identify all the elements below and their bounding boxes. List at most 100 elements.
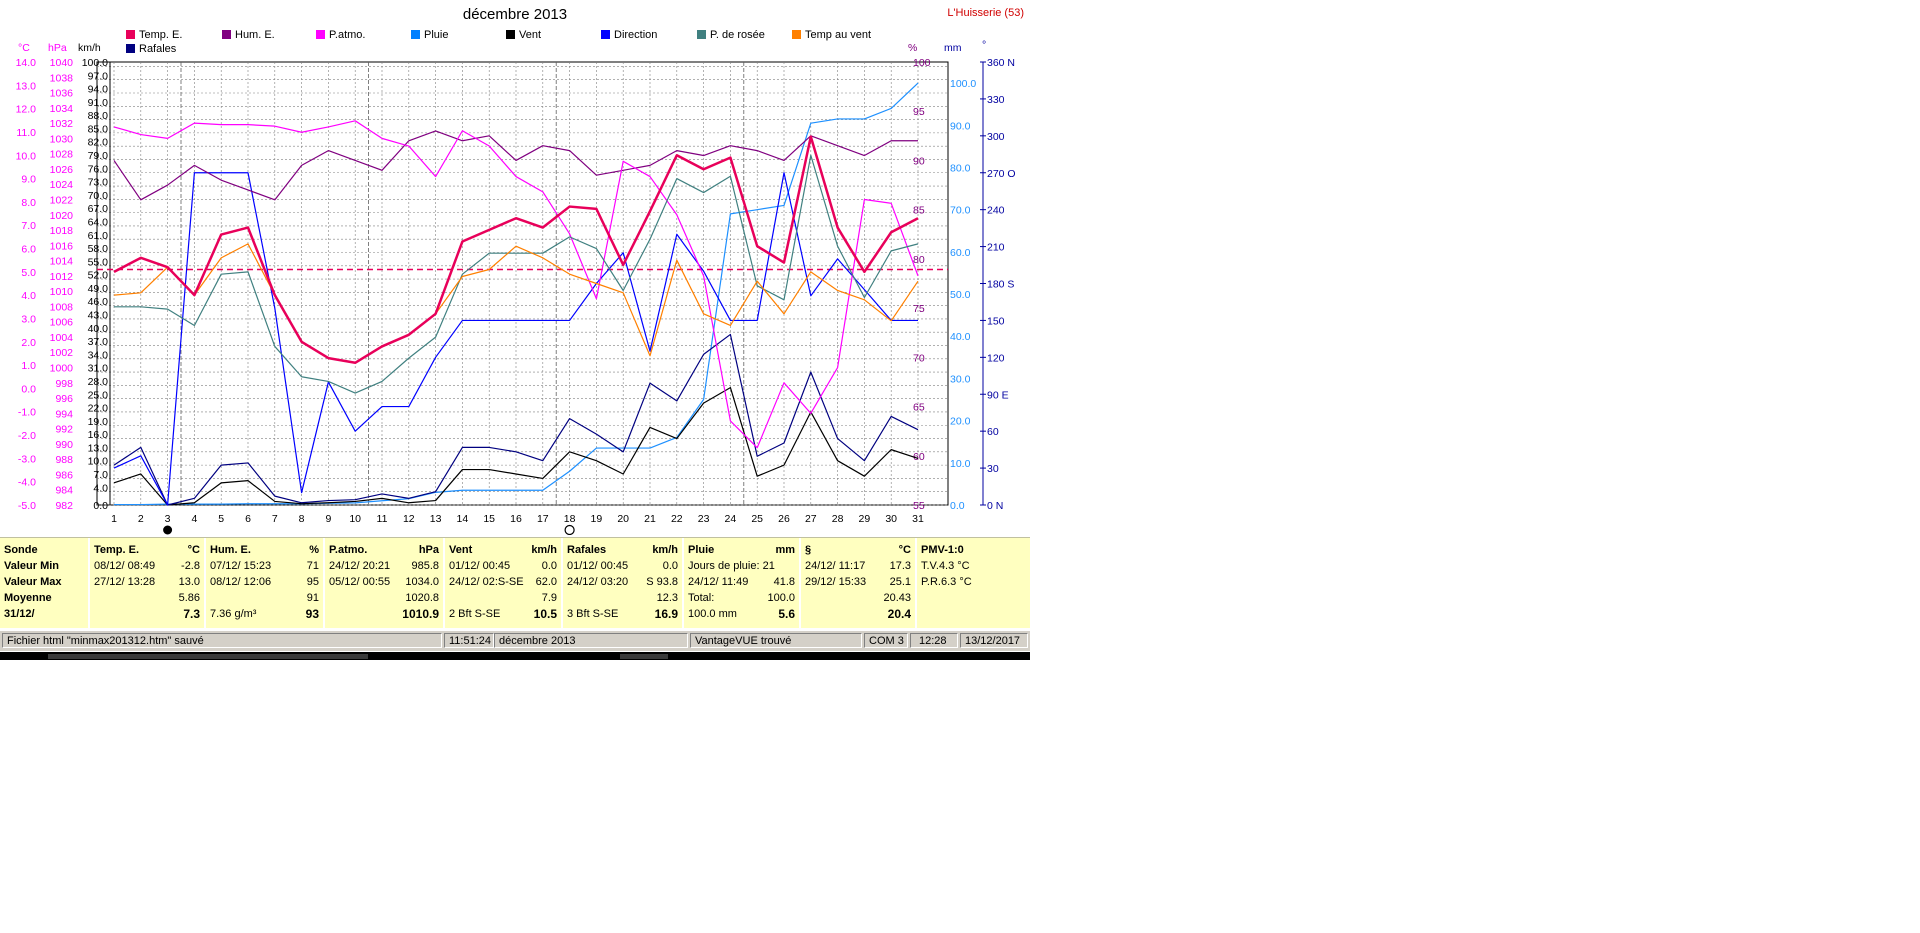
row-label-min: Valeur Min (4, 560, 60, 572)
full-moon-marker (163, 525, 173, 535)
hum-max-value: 95 (306, 576, 319, 588)
tick-hpa: 1034 (50, 103, 74, 115)
patmo-max-date: 05/12/ 00:55 (329, 576, 391, 588)
s-max-value: 25.1 (889, 576, 911, 588)
rafales-last: 16.9 (654, 607, 678, 621)
unit-dir: ° (982, 39, 986, 51)
status-date: 13/12/2017 (960, 633, 1028, 648)
tick-hpa: 1006 (50, 317, 74, 329)
tick-kmh: 16.0 (88, 429, 109, 441)
pluie-total-value: 100.0 (767, 592, 795, 604)
tick-hpa: 984 (55, 485, 73, 497)
tick-hpa: 1012 (50, 271, 74, 283)
tick-dir: 210 (987, 242, 1005, 254)
patmo-min-value: 985.8 (411, 560, 439, 572)
tick-dir: 30 (987, 463, 999, 475)
tick-day: 18 (564, 513, 576, 525)
tick-day: 29 (859, 513, 871, 525)
pluie-days: Jours de pluie: 21 (688, 560, 775, 572)
pluie-title: Pluie (688, 544, 715, 556)
tick-hum: 90 (913, 155, 925, 167)
tick-day: 20 (617, 513, 629, 525)
tick-hpa: 982 (55, 500, 73, 512)
tick-hum: 75 (913, 303, 925, 315)
sonde-title: Sonde (4, 544, 38, 556)
tick-kmh: 10.0 (88, 456, 109, 468)
tick-kmh: 46.0 (88, 296, 109, 308)
unit-temp: °C (18, 42, 30, 54)
tick-dir: 330 (987, 94, 1005, 106)
tick-kmh: 79.0 (88, 150, 109, 162)
s-column: § °C 24/12/ 11:17 17.3 29/12/ 15:33 25.1 20… (801, 538, 917, 628)
unit-kmh: km/h (78, 42, 101, 54)
tick-rain: 0.0 (950, 500, 965, 512)
tick-hpa: 998 (55, 378, 73, 390)
tick-kmh: 97.0 (88, 70, 109, 82)
tick-hpa: 1032 (50, 118, 74, 130)
tick-hum: 80 (913, 254, 925, 266)
tick-day: 26 (778, 513, 790, 525)
tick-rain: 20.0 (950, 416, 971, 428)
temp-unit: °C (187, 544, 200, 556)
tick-day: 24 (725, 513, 737, 525)
tick-day: 10 (349, 513, 361, 525)
tick-day: 19 (591, 513, 603, 525)
tick-kmh: 64.0 (88, 216, 109, 228)
weather-app-window: décembre 2013 L'Huisserie (53) °C hPa km/h% m… (0, 0, 1030, 662)
status-clock: 12:28 (910, 633, 958, 648)
vent-min-date: 01/12/ 00:45 (449, 560, 511, 572)
hum-last: 93 (305, 607, 319, 621)
tick-hpa: 994 (55, 408, 73, 420)
tick-temp: 8.0 (21, 197, 36, 209)
legend-label: Vent (519, 29, 541, 41)
tick-rain: 90.0 (950, 120, 971, 132)
tick-kmh: 22.0 (88, 403, 109, 415)
tick-hpa: 1028 (50, 149, 74, 161)
hum-max-date: 08/12/ 12:06 (210, 576, 272, 588)
legend-swatch (126, 30, 135, 39)
tick-hum: 55 (913, 500, 925, 512)
tick-kmh: 70.0 (88, 190, 109, 202)
legend-label: Hum. E. (235, 29, 275, 41)
s-min-value: 17.3 (889, 560, 911, 572)
tick-rain: 100.0 (950, 78, 976, 90)
pluie-last: 5.6 (778, 607, 795, 621)
tick-dir: 270 O (987, 168, 1016, 180)
tick-kmh: 91.0 (88, 97, 109, 109)
tick-temp: -3.0 (18, 453, 36, 465)
tick-kmh: 13.0 (88, 442, 109, 454)
s-last: 20.4 (887, 607, 911, 621)
temp-column: Temp. E. °C 08/12/ 08:49 -2.8 27/12/ 13:28… (90, 538, 206, 628)
hum-abs-note: 7.36 g/m³ (210, 608, 257, 620)
legend-swatch (506, 30, 515, 39)
unit-hum: % (908, 42, 917, 54)
tick-day: 1 (111, 513, 117, 525)
legend-swatch (792, 30, 801, 39)
tick-day: 11 (377, 513, 388, 525)
tick-kmh: 43.0 (88, 310, 109, 322)
tick-day: 27 (805, 513, 817, 525)
tick-hpa: 996 (55, 393, 73, 405)
tick-kmh: 4.0 (93, 482, 108, 494)
tick-hpa: 988 (55, 454, 73, 466)
rafales-title: Rafales (567, 544, 607, 556)
tick-kmh: 58.0 (88, 243, 109, 255)
status-time: 11:51:24 (444, 633, 494, 648)
tick-rain: 60.0 (950, 247, 971, 259)
patmo-average: 1020.8 (405, 592, 439, 604)
tick-day: 6 (245, 513, 251, 525)
row-label-avg: Moyenne (4, 592, 52, 604)
rafales-unit: km/h (652, 544, 678, 556)
tick-temp: 10.0 (16, 150, 37, 162)
legend-swatch (411, 30, 420, 39)
tick-hpa: 1008 (50, 301, 74, 313)
sonde-column: Sonde Valeur Min Valeur Max Moyenne 31/1… (0, 538, 90, 628)
temp-average: 5.86 (178, 592, 200, 604)
tick-kmh: 34.0 (88, 349, 109, 361)
tick-hpa: 992 (55, 424, 73, 436)
tick-day: 14 (457, 513, 469, 525)
tick-temp: 6.0 (21, 244, 36, 256)
tick-hpa: 990 (55, 439, 73, 451)
bottom-strip (0, 652, 1030, 660)
tick-hpa: 1000 (50, 363, 74, 375)
